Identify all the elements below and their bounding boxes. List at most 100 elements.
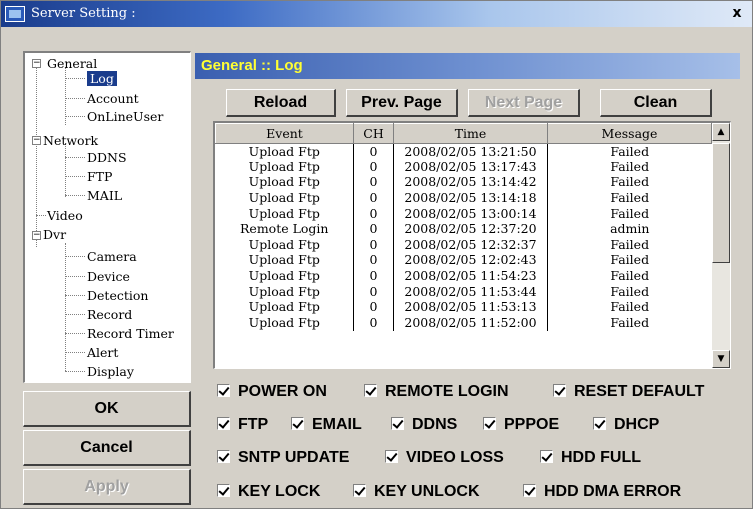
cancel-button[interactable]: Cancel <box>23 430 191 466</box>
table-row[interactable]: Upload Ftp 0 2008/02/05 13:14:18 Failed <box>215 190 712 206</box>
collapse-general-icon[interactable]: − <box>32 59 41 68</box>
checkbox-video-loss[interactable]: VIDEO LOSS <box>385 448 504 468</box>
tree-item-account[interactable]: Account <box>87 91 139 106</box>
checkbox-checked-icon[interactable] <box>291 417 304 430</box>
table-row[interactable]: Upload Ftp 0 2008/02/05 11:54:23 Failed <box>215 268 712 284</box>
table-row[interactable]: Upload Ftp 0 2008/02/05 11:53:13 Failed <box>215 299 712 316</box>
tree-item-ftp[interactable]: FTP <box>87 169 112 184</box>
tree-item-device[interactable]: Device <box>87 269 130 284</box>
collapse-network-icon[interactable]: − <box>32 136 41 145</box>
server-setting-window: Server Setting : x − General Log Account… <box>0 0 753 509</box>
table-row[interactable]: Upload Ftp 0 2008/02/05 13:14:42 Failed <box>215 174 712 191</box>
scroll-up-icon[interactable]: ▲ <box>712 123 730 141</box>
checkbox-pppoe[interactable]: PPPOE <box>483 415 559 435</box>
column-header-time[interactable]: Time <box>393 123 548 144</box>
cell-event: Upload Ftp <box>215 268 354 284</box>
apply-button[interactable]: Apply <box>23 469 191 505</box>
clean-button[interactable]: Clean <box>600 89 712 117</box>
cell-ch: 0 <box>353 143 394 160</box>
tree-item-network[interactable]: Network <box>43 133 98 148</box>
checkbox-dhcp[interactable]: DHCP <box>593 415 659 435</box>
table-row[interactable]: Upload Ftp 0 2008/02/05 13:00:14 Failed <box>215 205 712 222</box>
collapse-dvr-icon[interactable]: − <box>32 231 41 240</box>
cell-message: Failed <box>610 143 650 159</box>
checkbox-hdd-dma-error[interactable]: HDD DMA ERROR <box>523 482 681 502</box>
column-header-message[interactable]: Message <box>547 123 712 144</box>
checkbox-checked-icon[interactable] <box>353 484 366 497</box>
cell-time: 2008/02/05 11:54:23 <box>393 268 548 284</box>
cell-message: admin <box>610 221 650 237</box>
prev-page-button[interactable]: Prev. Page <box>346 89 458 117</box>
cell-ch: 0 <box>353 221 394 238</box>
tree-item-general[interactable]: General <box>47 56 97 71</box>
table-row[interactable]: Upload Ftp 0 2008/02/05 11:53:44 Failed <box>215 283 712 300</box>
cell-time: 2008/02/05 13:14:18 <box>393 190 548 206</box>
checkbox-checked-icon[interactable] <box>540 450 553 463</box>
tree-item-online-user[interactable]: OnLineUser <box>87 109 163 124</box>
settings-tree: − General Log Account OnLineUser − Netwo… <box>23 51 191 383</box>
checkbox-key-unlock[interactable]: KEY UNLOCK <box>353 482 480 502</box>
cell-ch: 0 <box>353 283 394 300</box>
checkbox-power-on[interactable]: POWER ON <box>217 382 327 402</box>
checkbox-remote-login[interactable]: REMOTE LOGIN <box>364 382 509 402</box>
cell-message: Failed <box>610 252 650 268</box>
cell-time: 2008/02/05 11:52:00 <box>393 315 548 331</box>
column-header-event[interactable]: Event <box>215 123 354 144</box>
cell-ch: 0 <box>353 252 394 269</box>
table-row[interactable]: Upload Ftp 0 2008/02/05 12:02:43 Failed <box>215 252 712 269</box>
cell-message: Failed <box>610 190 650 206</box>
tree-item-alert[interactable]: Alert <box>87 345 118 360</box>
checkbox-checked-icon[interactable] <box>385 450 398 463</box>
cell-ch: 0 <box>353 159 394 175</box>
title-bar[interactable]: Server Setting : x <box>1 1 752 27</box>
tree-item-display[interactable]: Display <box>87 364 134 379</box>
cell-time: 2008/02/05 12:02:43 <box>393 252 548 269</box>
tree-item-dvr[interactable]: Dvr <box>43 227 66 242</box>
column-header-ch[interactable]: CH <box>353 123 394 144</box>
checkbox-checked-icon[interactable] <box>391 417 404 430</box>
checkbox-ftp[interactable]: FTP <box>217 415 268 435</box>
checkbox-hdd-full[interactable]: HDD FULL <box>540 448 641 468</box>
next-page-button[interactable]: Next Page <box>468 89 580 117</box>
checkbox-email[interactable]: EMAIL <box>291 415 362 435</box>
table-row[interactable]: Remote Login 0 2008/02/05 12:37:20 admin <box>215 221 712 238</box>
table-row[interactable]: Upload Ftp 0 2008/02/05 13:17:43 Failed <box>215 159 712 175</box>
ok-button[interactable]: OK <box>23 391 191 427</box>
tree-item-ddns[interactable]: DDNS <box>87 150 127 165</box>
checkbox-key-lock[interactable]: KEY LOCK <box>217 482 320 502</box>
checkbox-sntp-update[interactable]: SNTP UPDATE <box>217 448 349 468</box>
cell-event: Upload Ftp <box>215 299 354 316</box>
checkbox-ddns[interactable]: DDNS <box>391 415 457 435</box>
tree-item-video[interactable]: Video <box>47 208 83 223</box>
close-button[interactable]: x <box>728 6 746 22</box>
checkbox-checked-icon[interactable] <box>523 484 536 497</box>
checkbox-checked-icon[interactable] <box>217 484 230 497</box>
reload-button[interactable]: Reload <box>226 89 336 117</box>
section-title: General :: Log <box>195 53 740 79</box>
tree-item-mail[interactable]: MAIL <box>87 188 122 203</box>
checkbox-checked-icon[interactable] <box>483 417 496 430</box>
table-scrollbar[interactable]: ▲ ▼ <box>712 123 730 368</box>
tree-item-record-timer[interactable]: Record Timer <box>87 326 174 341</box>
table-row[interactable]: Upload Ftp 0 2008/02/05 11:52:00 Failed <box>215 315 712 331</box>
scroll-down-icon[interactable]: ▼ <box>712 350 730 368</box>
table-row[interactable]: Upload Ftp 0 2008/02/05 13:21:50 Failed <box>215 143 712 160</box>
tree-item-camera[interactable]: Camera <box>87 249 137 264</box>
checkbox-checked-icon[interactable] <box>593 417 606 430</box>
tree-item-record[interactable]: Record <box>87 307 132 322</box>
checkbox-reset-default[interactable]: RESET DEFAULT <box>553 382 704 402</box>
cell-ch: 0 <box>353 268 394 284</box>
checkbox-checked-icon[interactable] <box>217 450 230 463</box>
checkbox-checked-icon[interactable] <box>553 384 566 397</box>
cell-event: Upload Ftp <box>215 252 354 269</box>
tree-item-detection[interactable]: Detection <box>87 288 148 303</box>
checkbox-checked-icon[interactable] <box>217 384 230 397</box>
cell-time: 2008/02/05 13:17:43 <box>393 159 548 175</box>
cell-ch: 0 <box>353 190 394 206</box>
checkbox-checked-icon[interactable] <box>364 384 377 397</box>
cell-event: Upload Ftp <box>215 174 354 191</box>
scroll-thumb[interactable] <box>712 143 730 263</box>
checkbox-checked-icon[interactable] <box>217 417 230 430</box>
tree-item-log[interactable]: Log <box>87 71 117 86</box>
table-row[interactable]: Upload Ftp 0 2008/02/05 12:32:37 Failed <box>215 237 712 253</box>
